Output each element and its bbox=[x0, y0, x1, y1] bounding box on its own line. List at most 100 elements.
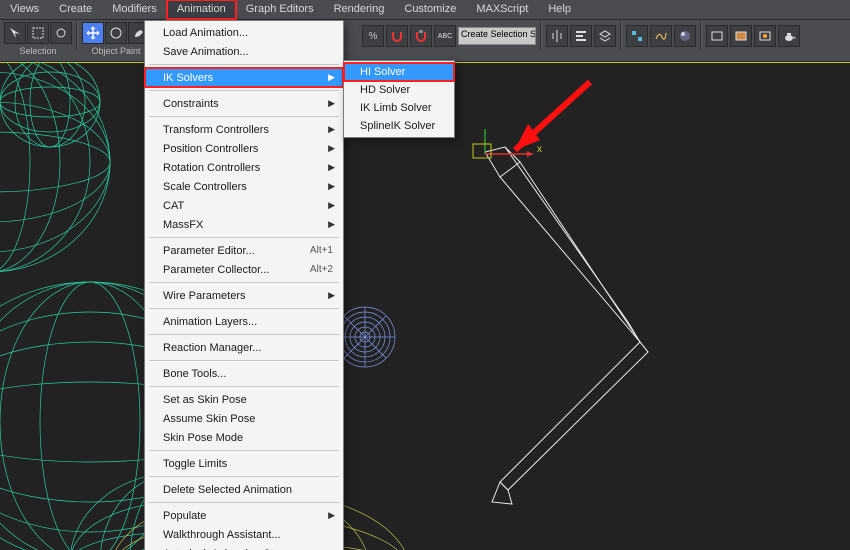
menu-item-label: Walkthrough Assistant... bbox=[163, 529, 333, 541]
menu-item-autodesk-animation-store[interactable]: Autodesk Animation Store... bbox=[145, 544, 343, 550]
menu-divider bbox=[149, 334, 339, 335]
menu-item-ik-solvers[interactable]: IK Solvers▶ bbox=[145, 68, 343, 87]
menu-item-label: CAT bbox=[163, 200, 333, 212]
menu-item-populate[interactable]: Populate▶ bbox=[145, 506, 343, 525]
menu-item-parameter-editor[interactable]: Parameter Editor... Alt+1 bbox=[145, 241, 343, 260]
render-setup-icon[interactable] bbox=[706, 25, 728, 47]
menu-item-parameter-collector[interactable]: Parameter Collector...Alt+2 bbox=[145, 260, 343, 279]
menu-item-assume-skin-pose[interactable]: Assume Skin Pose bbox=[145, 409, 343, 428]
menu-divider bbox=[149, 237, 339, 238]
menu-divider bbox=[149, 476, 339, 477]
submenu-arrow-icon: ▶ bbox=[328, 72, 335, 83]
magnet-lock-icon[interactable] bbox=[410, 25, 432, 47]
menu-item-constraints[interactable]: Constraints▶ bbox=[145, 94, 343, 113]
selection-set-combo[interactable]: Create Selection Se bbox=[458, 27, 536, 45]
toolbar-separator bbox=[540, 22, 542, 50]
menu-divider bbox=[149, 502, 339, 503]
menu-graph-editors[interactable]: Graph Editors bbox=[236, 0, 324, 19]
menu-divider bbox=[149, 386, 339, 387]
menu-item-label: Toggle Limits bbox=[163, 458, 333, 470]
select-paint-button[interactable] bbox=[50, 22, 72, 44]
menu-item-label: Reaction Manager... bbox=[163, 342, 333, 354]
submenu-arrow-icon: ▶ bbox=[328, 162, 335, 173]
render-frame-icon[interactable] bbox=[730, 25, 752, 47]
move-gizmo-button[interactable] bbox=[82, 22, 104, 44]
menu-item-label: Position Controllers bbox=[163, 143, 333, 155]
toolbar-label-objectpaint: Object Paint bbox=[91, 46, 140, 56]
main-toolbar: Selection Object Paint % ABC Create Sele… bbox=[0, 20, 850, 62]
menu-item-label: IK Solvers bbox=[163, 72, 333, 84]
menu-item-bone-tools[interactable]: Bone Tools... bbox=[145, 364, 343, 383]
render-last-icon[interactable] bbox=[754, 25, 776, 47]
select-rect-button[interactable] bbox=[27, 22, 49, 44]
menu-item-reaction-manager[interactable]: Reaction Manager... bbox=[145, 338, 343, 357]
abc-icon[interactable]: ABC bbox=[434, 25, 456, 47]
submenu-arrow-icon: ▶ bbox=[328, 143, 335, 154]
select-arrow-button[interactable] bbox=[4, 22, 26, 44]
menu-rendering[interactable]: Rendering bbox=[324, 0, 395, 19]
animation-menu-dropdown: Load Animation... Save Animation... IK Sol… bbox=[144, 20, 344, 550]
submenu-arrow-icon: ▶ bbox=[328, 98, 335, 109]
submenu-item-hi-solver[interactable]: HI Solver bbox=[344, 63, 454, 81]
menu-item-walkthrough-assistant[interactable]: Walkthrough Assistant... bbox=[145, 525, 343, 544]
toolbar-separator bbox=[700, 22, 702, 50]
menu-maxscript[interactable]: MAXScript bbox=[466, 0, 538, 19]
menu-customize[interactable]: Customize bbox=[394, 0, 466, 19]
menu-item-set-as-skin-pose[interactable]: Set as Skin Pose bbox=[145, 390, 343, 409]
menu-item-label: Wire Parameters bbox=[163, 290, 333, 302]
menu-item-delete-selected-animation[interactable]: Delete Selected Animation bbox=[145, 480, 343, 499]
menu-divider bbox=[149, 116, 339, 117]
submenu-arrow-icon: ▶ bbox=[328, 510, 335, 521]
toolbar-separator bbox=[76, 22, 78, 50]
menu-item-label: Parameter Collector... bbox=[163, 264, 302, 276]
mirror-icon[interactable] bbox=[546, 25, 568, 47]
menu-item-label: Parameter Editor... bbox=[163, 245, 302, 257]
menu-item-scale-controllers[interactable]: Scale Controllers▶ bbox=[145, 177, 343, 196]
menu-divider bbox=[149, 64, 339, 65]
magnet-icon[interactable] bbox=[386, 25, 408, 47]
toolbar-label-selection: Selection bbox=[19, 46, 56, 56]
submenu-item-ik-limb-solver[interactable]: IK Limb Solver bbox=[344, 99, 454, 117]
rotate-gizmo-button[interactable] bbox=[105, 22, 127, 44]
menu-views[interactable]: Views bbox=[0, 0, 49, 19]
teapot-icon[interactable] bbox=[778, 25, 800, 47]
menu-item-transform-controllers[interactable]: Transform Controllers▶ bbox=[145, 120, 343, 139]
submenu-item-splineik-solver[interactable]: SplineIK Solver bbox=[344, 117, 454, 135]
menu-item-label: Transform Controllers bbox=[163, 124, 333, 136]
menu-item-rotation-controllers[interactable]: Rotation Controllers▶ bbox=[145, 158, 343, 177]
ik-solvers-submenu: HI SolverHD SolverIK Limb SolverSplineIK… bbox=[343, 60, 455, 138]
curve-editor-icon[interactable] bbox=[650, 25, 672, 47]
menu-item-label: Scale Controllers bbox=[163, 181, 333, 193]
submenu-item-hd-solver[interactable]: HD Solver bbox=[344, 81, 454, 99]
menu-modifiers[interactable]: Modifiers bbox=[102, 0, 167, 19]
menubar: ViewsCreateModifiersAnimationGraph Edito… bbox=[0, 0, 850, 20]
toolbar-separator bbox=[620, 22, 622, 50]
menu-item-shortcut: Alt+1 bbox=[310, 245, 333, 256]
menu-item-load-animation[interactable]: Load Animation... bbox=[145, 23, 343, 42]
percent-icon[interactable]: % bbox=[362, 25, 384, 47]
menu-item-cat[interactable]: CAT▶ bbox=[145, 196, 343, 215]
menu-item-massfx[interactable]: MassFX▶ bbox=[145, 215, 343, 234]
menu-create[interactable]: Create bbox=[49, 0, 102, 19]
menu-item-save-animation[interactable]: Save Animation... bbox=[145, 42, 343, 61]
menu-item-label: Rotation Controllers bbox=[163, 162, 333, 174]
align-icon[interactable] bbox=[570, 25, 592, 47]
schematic-view-icon[interactable] bbox=[626, 25, 648, 47]
menu-animation[interactable]: Animation bbox=[167, 0, 236, 19]
menu-item-label: Assume Skin Pose bbox=[163, 413, 333, 425]
menu-item-label: Populate bbox=[163, 510, 333, 522]
menu-item-toggle-limits[interactable]: Toggle Limits bbox=[145, 454, 343, 473]
menu-help[interactable]: Help bbox=[538, 0, 581, 19]
menu-item-position-controllers[interactable]: Position Controllers▶ bbox=[145, 139, 343, 158]
menu-item-animation-layers[interactable]: Animation Layers... bbox=[145, 312, 343, 331]
menu-divider bbox=[149, 360, 339, 361]
menu-item-skin-pose-mode[interactable]: Skin Pose Mode bbox=[145, 428, 343, 447]
layers-icon[interactable] bbox=[594, 25, 616, 47]
menu-item-label: MassFX bbox=[163, 219, 333, 231]
material-editor-icon[interactable] bbox=[674, 25, 696, 47]
menu-item-wire-parameters[interactable]: Wire Parameters▶ bbox=[145, 286, 343, 305]
menu-item-label: Delete Selected Animation bbox=[163, 484, 333, 496]
menu-divider bbox=[149, 450, 339, 451]
menu-item-label: Bone Tools... bbox=[163, 368, 333, 380]
menu-item-label: Load Animation... bbox=[163, 27, 333, 39]
